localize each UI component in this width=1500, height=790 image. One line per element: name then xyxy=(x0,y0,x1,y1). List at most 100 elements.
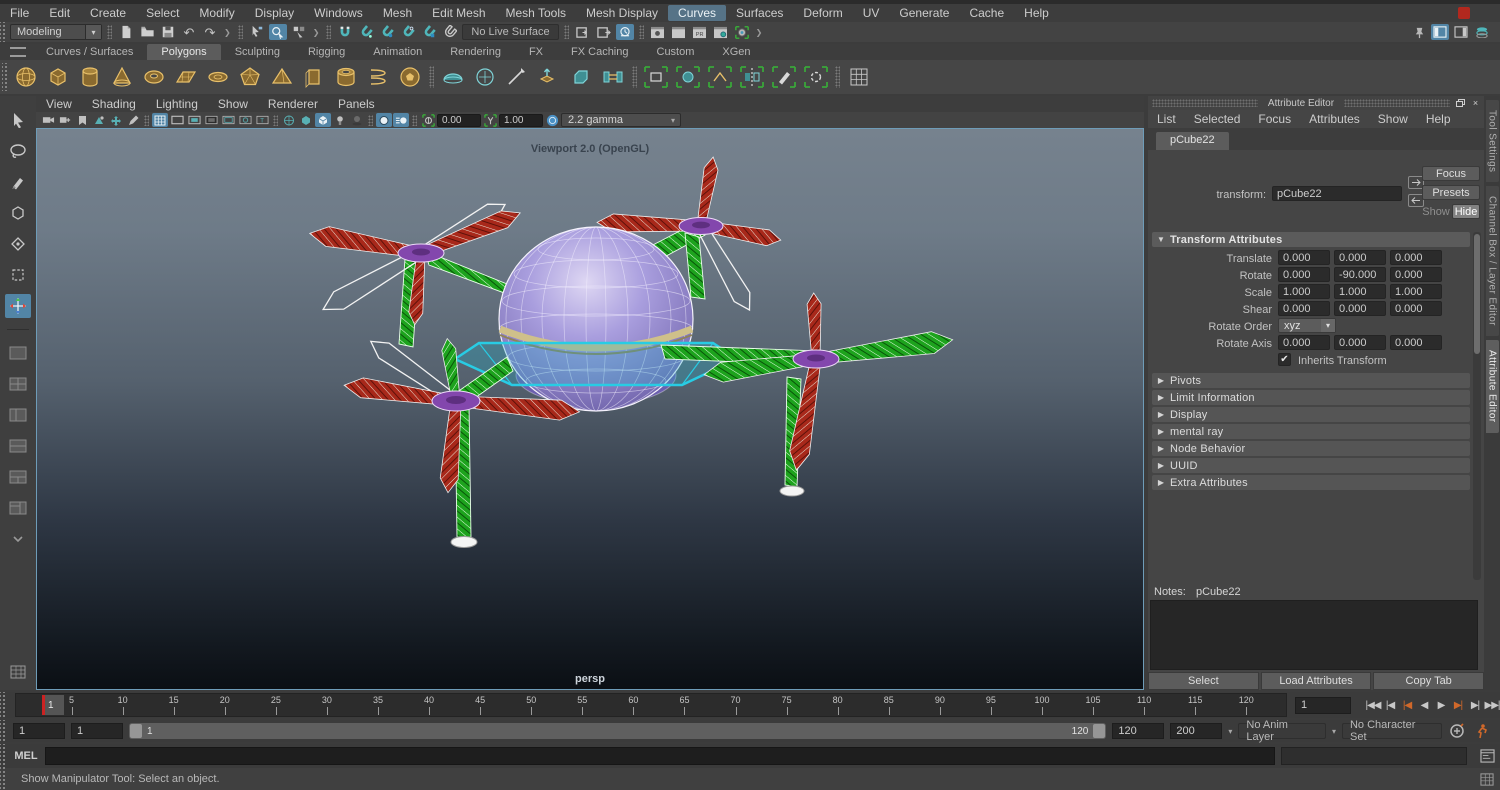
step-back-key-button[interactable]: |◀ xyxy=(1399,696,1415,714)
time-slider-ruler[interactable]: 5 10 15 20 25 30 35 40 45 50 55 60 65 70 75 80 85 90 95 100… xyxy=(14,693,1287,717)
shelf-multi-cut-icon[interactable] xyxy=(502,62,532,92)
menu-file[interactable]: File xyxy=(0,5,39,21)
motion-blur-icon[interactable] xyxy=(393,113,409,127)
menu-mesh[interactable]: Mesh xyxy=(373,5,422,21)
hide-button[interactable]: Hide xyxy=(1452,204,1480,219)
current-time-marker[interactable]: 1 xyxy=(41,695,64,715)
toggle-channel-box-icon[interactable] xyxy=(1473,24,1491,40)
lasso-tool-icon[interactable] xyxy=(5,139,31,163)
safe-title-icon[interactable]: T xyxy=(254,113,270,127)
shelf-extrude-icon[interactable] xyxy=(534,62,564,92)
shelf-tab-custom[interactable]: Custom xyxy=(643,44,709,60)
menu-generate[interactable]: Generate xyxy=(889,5,959,21)
shear-x-field[interactable] xyxy=(1278,301,1330,316)
range-start-handle[interactable] xyxy=(129,724,142,738)
rotate-order-selector[interactable]: xyz ▾ xyxy=(1278,318,1336,333)
shelf-bevel-icon[interactable] xyxy=(566,62,596,92)
grid-icon[interactable] xyxy=(152,113,168,127)
shelf-poly-plane-icon[interactable] xyxy=(171,62,201,92)
render-settings-icon[interactable] xyxy=(712,24,730,40)
menu-create[interactable]: Create xyxy=(80,5,136,21)
script-editor-icon[interactable] xyxy=(1478,748,1496,764)
anim-layer-selector[interactable]: No Anim Layer xyxy=(1238,719,1326,743)
attribute-editor-titlebar[interactable]: Attribute Editor × xyxy=(1148,96,1484,110)
menu-set-dropdown-icon[interactable]: ▾ xyxy=(85,25,101,39)
redo-icon[interactable]: ↷ xyxy=(201,24,219,40)
layout-persp-outliner-icon[interactable] xyxy=(5,403,31,427)
input-connections-icon[interactable] xyxy=(574,24,592,40)
shelf-bridge-icon[interactable] xyxy=(598,62,628,92)
shelf-tab-curves-surfaces[interactable]: Curves / Surfaces xyxy=(32,44,147,60)
menu-modify[interactable]: Modify xyxy=(189,5,244,21)
attribute-editor-scrollbar[interactable] xyxy=(1473,232,1481,580)
dock-tab-tool-settings[interactable]: Tool Settings xyxy=(1485,100,1499,183)
field-chart-icon[interactable] xyxy=(220,113,236,127)
shelf-poly-pipe-icon[interactable] xyxy=(331,62,361,92)
shelf-poly-prism-icon[interactable] xyxy=(299,62,329,92)
ae-menu-focus[interactable]: Focus xyxy=(1249,112,1300,126)
film-gate-icon[interactable] xyxy=(169,113,185,127)
shelf-poly-disc-icon[interactable] xyxy=(203,62,233,92)
range-end-handle[interactable] xyxy=(1093,724,1106,738)
menu-surfaces[interactable]: Surfaces xyxy=(726,5,793,21)
step-forward-key-button[interactable]: ▶| xyxy=(1450,696,1466,714)
marquee-tool-icon[interactable] xyxy=(5,263,31,287)
layout-four-pane-icon[interactable] xyxy=(5,372,31,396)
mel-language-toggle[interactable]: MEL xyxy=(7,750,45,762)
launch-render-setup-icon[interactable] xyxy=(733,24,751,40)
section-pivots[interactable]: ▶ Pivots xyxy=(1152,373,1470,388)
copy-tab-button[interactable]: Copy Tab xyxy=(1373,672,1485,690)
shelf-lattice-icon[interactable] xyxy=(844,62,874,92)
help-line-toggle-icon[interactable] xyxy=(1478,771,1496,787)
node-tab-pcube22[interactable]: pCube22 xyxy=(1156,132,1229,150)
scale-z-field[interactable] xyxy=(1390,284,1442,299)
anim-layer-dropdown-icon[interactable]: ▾ xyxy=(1332,727,1336,736)
render-view-icon[interactable] xyxy=(649,24,667,40)
ae-menu-show[interactable]: Show xyxy=(1369,112,1417,126)
range-slider-track[interactable]: 1 120 xyxy=(128,723,1107,739)
shelf-poly-torus-icon[interactable] xyxy=(139,62,169,92)
translate-z-field[interactable] xyxy=(1390,250,1442,265)
textured-icon[interactable] xyxy=(315,113,331,127)
make-live-icon[interactable] xyxy=(441,24,459,40)
menu-mesh-display[interactable]: Mesh Display xyxy=(576,5,668,21)
gamma-correction-icon[interactable] xyxy=(544,113,560,127)
panel-menu-shading[interactable]: Shading xyxy=(82,97,146,111)
construction-history-icon[interactable] xyxy=(615,24,634,40)
shelf-tab-sculpting[interactable]: Sculpting xyxy=(221,44,294,60)
scale-y-field[interactable] xyxy=(1334,284,1386,299)
shelf-make-live-icon[interactable] xyxy=(673,62,703,92)
group-separator[interactable] xyxy=(107,25,112,39)
layout-two-pane-stacked-icon[interactable] xyxy=(5,434,31,458)
step-back-frame-button[interactable]: |◀ xyxy=(1382,696,1398,714)
shelf-tab-xgen[interactable]: XGen xyxy=(708,44,764,60)
auto-keyframe-icon[interactable] xyxy=(1448,723,1466,739)
animation-preferences-icon[interactable] xyxy=(1472,723,1490,739)
group-separator[interactable] xyxy=(638,25,644,39)
ae-menu-attributes[interactable]: Attributes xyxy=(1300,112,1369,126)
group-expander-icon[interactable]: ❯ xyxy=(754,28,765,37)
play-forwards-button[interactable]: ▶ xyxy=(1433,696,1449,714)
animation-start-field[interactable] xyxy=(12,723,65,739)
viewport-canvas[interactable]: Viewport 2.0 (OpenGL) persp xyxy=(36,128,1144,690)
section-extra-attributes[interactable]: ▶ Extra Attributes xyxy=(1152,475,1470,490)
grease-pencil-icon[interactable] xyxy=(125,113,141,127)
section-display[interactable]: ▶ Display xyxy=(1152,407,1470,422)
command-line-input[interactable] xyxy=(45,747,1275,765)
rotate-axis-z-field[interactable] xyxy=(1390,335,1442,350)
section-limit-information[interactable]: ▶ Limit Information xyxy=(1152,390,1470,405)
group-expander-icon[interactable]: ❯ xyxy=(311,28,322,37)
shelf-poly-platonic-icon[interactable] xyxy=(235,62,265,92)
rotate-axis-x-field[interactable] xyxy=(1278,335,1330,350)
open-scene-icon[interactable] xyxy=(138,24,156,40)
select-component-icon[interactable] xyxy=(290,24,308,40)
shadows-icon[interactable] xyxy=(349,113,365,127)
image-plane-icon[interactable] xyxy=(91,113,107,127)
toggle-tool-settings-icon[interactable] xyxy=(1431,24,1449,40)
shelf-drag-handle[interactable] xyxy=(2,63,9,91)
translate-x-field[interactable] xyxy=(1278,250,1330,265)
shelf-menu-icon[interactable] xyxy=(10,47,26,57)
shelf-poly-cube-icon[interactable] xyxy=(43,62,73,92)
menu-cache[interactable]: Cache xyxy=(959,5,1014,21)
group-separator[interactable] xyxy=(237,25,243,39)
